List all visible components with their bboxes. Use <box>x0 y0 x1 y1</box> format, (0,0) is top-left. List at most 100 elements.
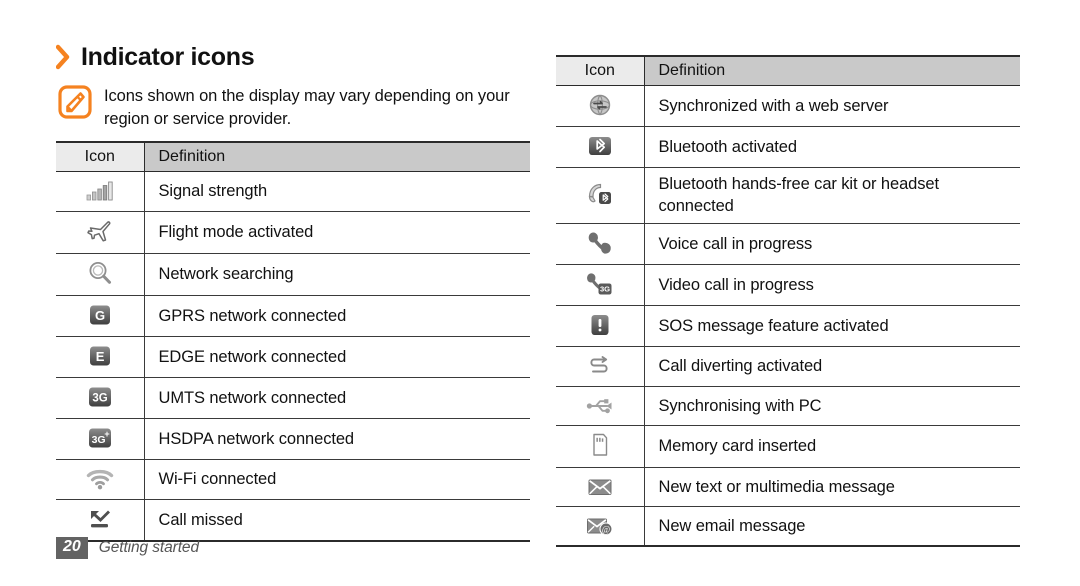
table-row: Signal strength <box>56 171 530 212</box>
definition-cell: Call diverting activated <box>644 346 1020 387</box>
new-message-icon <box>583 472 617 502</box>
table-row: Call diverting activated <box>556 346 1020 387</box>
video-call-icon: 3G <box>583 269 617 299</box>
hsdpa-badge-icon: 3G + <box>83 423 117 453</box>
definition-cell: Synchronising with PC <box>644 386 1020 426</box>
svg-text:E: E <box>95 349 104 364</box>
network-searching-icon <box>83 258 117 288</box>
svg-text:3G: 3G <box>92 393 107 405</box>
indicator-table-right: Icon Definition Synchronized with a web … <box>556 55 1020 547</box>
page-title: Indicator icons <box>81 42 255 71</box>
icon-cell: 3G <box>556 264 645 306</box>
table-row: Network searching <box>56 253 530 296</box>
bluetooth-headset-icon <box>583 179 617 209</box>
definition-cell: GPRS network connected <box>144 295 530 337</box>
definition-cell: New text or multimedia message <box>644 467 1020 507</box>
definition-cell: Voice call in progress <box>644 223 1020 265</box>
definition-cell: Memory card inserted <box>644 425 1020 468</box>
icon-cell <box>556 346 645 387</box>
column-header-definition: Definition <box>144 141 530 172</box>
svg-text:+: + <box>104 429 109 439</box>
icon-cell <box>556 85 645 127</box>
page-footer: 20 Getting started <box>56 537 199 559</box>
table-row: Flight mode activated <box>56 211 530 254</box>
flight-mode-icon <box>83 216 117 246</box>
call-missed-icon <box>83 504 117 534</box>
chevron-right-icon <box>55 44 72 70</box>
table-row: New text or multimedia message <box>556 467 1020 507</box>
definition-cell: Bluetooth activated <box>644 126 1020 168</box>
table-row: Synchronized with a web server <box>556 85 1020 127</box>
table-row: Call missed <box>56 499 530 542</box>
indicator-table-left: Icon Definition Signal strength Flight m… <box>56 141 530 542</box>
definition-cell: Video call in progress <box>644 264 1020 306</box>
table-row: E EDGE network connected <box>56 336 530 378</box>
table-row: SOS message feature activated <box>556 305 1020 347</box>
table-row: 3G UMTS network connected <box>56 377 530 419</box>
bluetooth-badge-icon <box>583 131 617 161</box>
table-row: Bluetooth hands-free car kit or headset … <box>556 167 1020 224</box>
svg-text:3G: 3G <box>600 285 610 294</box>
icon-cell <box>56 171 145 212</box>
memory-card-icon <box>583 430 617 460</box>
table-row: 3G Video call in progress <box>556 264 1020 306</box>
icon-cell: @ <box>556 506 645 547</box>
icon-cell: E <box>56 336 145 378</box>
column-header-definition: Definition <box>644 55 1020 86</box>
usb-sync-icon <box>583 391 617 421</box>
definition-cell: Network searching <box>144 253 530 296</box>
icon-cell: G <box>56 295 145 337</box>
svg-text:3G: 3G <box>91 434 105 446</box>
icon-cell <box>56 211 145 254</box>
column-header-icon: Icon <box>556 55 645 86</box>
table-row: G GPRS network connected <box>56 295 530 337</box>
icon-cell: 3G <box>56 377 145 419</box>
icon-cell <box>56 459 145 500</box>
icon-cell <box>556 386 645 426</box>
definition-cell: SOS message feature activated <box>644 305 1020 347</box>
definition-cell: Wi-Fi connected <box>144 459 530 500</box>
svg-text:@: @ <box>602 524 610 534</box>
definition-cell: Bluetooth hands-free car kit or headset … <box>644 167 1020 224</box>
footer-section-label: Getting started <box>98 539 199 556</box>
new-email-icon: @ <box>583 511 617 541</box>
manual-page: Indicator icons Icons shown on the displ… <box>0 0 1080 586</box>
icon-cell <box>556 305 645 347</box>
column-header-icon: Icon <box>56 141 145 172</box>
definition-cell: HSDPA network connected <box>144 418 530 460</box>
table-row: Voice call in progress <box>556 223 1020 265</box>
note-block: Icons shown on the display may vary depe… <box>58 84 528 131</box>
definition-cell: UMTS network connected <box>144 377 530 419</box>
edge-badge-icon: E <box>83 341 117 371</box>
note-text: Icons shown on the display may vary depe… <box>104 87 510 128</box>
page-number: 20 <box>56 537 88 559</box>
table-header-row: Icon Definition <box>56 141 530 172</box>
page-heading: Indicator icons <box>55 42 255 71</box>
table-row: Bluetooth activated <box>556 126 1020 168</box>
sos-badge-icon <box>583 310 617 340</box>
signal-strength-icon <box>83 176 117 206</box>
wifi-icon <box>83 464 117 494</box>
umts-badge-icon: 3G <box>83 382 117 412</box>
web-sync-icon <box>583 90 617 120</box>
icon-cell <box>556 126 645 168</box>
definition-cell: Signal strength <box>144 171 530 212</box>
table-row: @ New email message <box>556 506 1020 547</box>
icon-cell: 3G + <box>56 418 145 460</box>
table-row: Wi-Fi connected <box>56 459 530 500</box>
definition-cell: EDGE network connected <box>144 336 530 378</box>
definition-cell: New email message <box>644 506 1020 547</box>
icon-cell <box>556 223 645 265</box>
gprs-badge-icon: G <box>83 300 117 330</box>
definition-cell: Synchronized with a web server <box>644 85 1020 127</box>
icon-cell <box>556 167 645 224</box>
note-pencil-icon <box>58 85 92 119</box>
icon-cell <box>556 425 645 468</box>
table-row: 3G + HSDPA network connected <box>56 418 530 460</box>
icon-cell <box>56 499 145 542</box>
voice-call-icon <box>583 228 617 258</box>
table-row: Memory card inserted <box>556 425 1020 468</box>
icon-cell <box>56 253 145 296</box>
call-diverting-icon <box>583 351 617 381</box>
table-row: Synchronising with PC <box>556 386 1020 426</box>
